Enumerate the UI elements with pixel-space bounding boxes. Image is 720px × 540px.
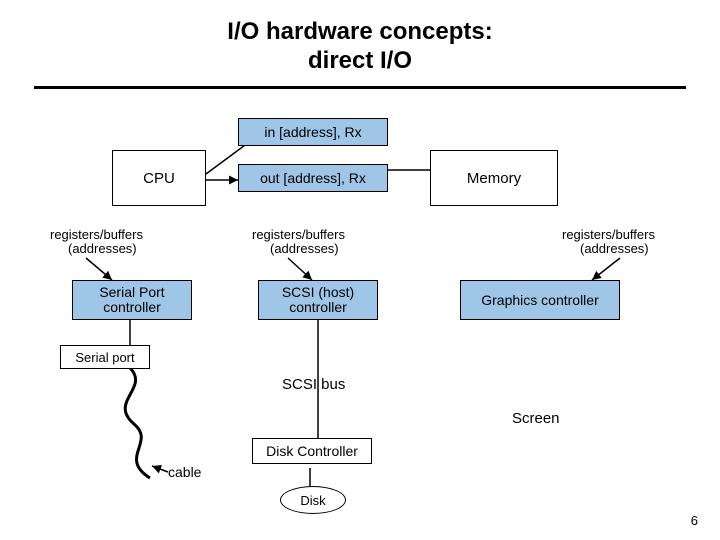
- cable-label: cable: [168, 464, 201, 480]
- regbuf-label-right: registers/buffers (addresses): [562, 228, 655, 255]
- graphics-controller-label: Graphics controller: [481, 292, 599, 308]
- regbuf-mid-l1: registers/buffers: [252, 227, 345, 242]
- cpu-box: CPU: [112, 150, 206, 206]
- out-instruction-text: out [address], Rx: [260, 170, 366, 186]
- in-instruction-box: in [address], Rx: [238, 118, 388, 146]
- title-underline: [34, 86, 686, 89]
- regbuf-label-left: registers/buffers (addresses): [50, 228, 143, 255]
- regbuf-left-l1: registers/buffers: [50, 227, 143, 242]
- scsi-controller-l1: SCSI (host): [282, 284, 354, 300]
- memory-box: Memory: [430, 150, 558, 206]
- serial-port-controller-l1: Serial Port: [99, 284, 164, 300]
- screen-text: Screen: [512, 410, 560, 427]
- regbuf-left-l2: (addresses): [50, 241, 137, 256]
- regbuf-mid-l2: (addresses): [252, 241, 339, 256]
- page-number-text: 6: [691, 513, 698, 528]
- out-instruction-box: out [address], Rx: [238, 164, 388, 192]
- serial-port-box: Serial port: [60, 345, 150, 369]
- serial-port-controller-box: Serial Port controller: [72, 280, 192, 320]
- graphics-controller-box: Graphics controller: [460, 280, 620, 320]
- regbuf-label-mid: registers/buffers (addresses): [252, 228, 345, 255]
- slide-title: I/O hardware concepts: direct I/O: [0, 18, 720, 76]
- cpu-label: CPU: [143, 170, 175, 187]
- regbuf-right-l1: registers/buffers: [562, 227, 655, 242]
- scsi-bus-text: SCSI bus: [282, 376, 345, 393]
- regbuf-right-l2: (addresses): [562, 241, 649, 256]
- scsi-controller-box: SCSI (host) controller: [258, 280, 378, 320]
- serial-port-label: Serial port: [75, 350, 134, 365]
- disk-controller-box: Disk Controller: [252, 438, 372, 464]
- page-number: 6: [691, 513, 698, 528]
- in-instruction-text: in [address], Rx: [264, 124, 361, 140]
- disk-label: Disk: [300, 493, 325, 508]
- memory-label: Memory: [467, 170, 521, 187]
- serial-port-controller-l2: controller: [103, 299, 161, 315]
- scsi-controller-l2: controller: [289, 299, 347, 315]
- scsi-bus-label: SCSI bus: [282, 376, 345, 393]
- title-line-2: direct I/O: [308, 47, 412, 74]
- disk-controller-label: Disk Controller: [266, 443, 358, 459]
- disk-ellipse: Disk: [280, 486, 346, 514]
- title-line-1: I/O hardware concepts:: [227, 18, 492, 45]
- screen-label: Screen: [512, 410, 560, 427]
- cable-text: cable: [168, 464, 201, 480]
